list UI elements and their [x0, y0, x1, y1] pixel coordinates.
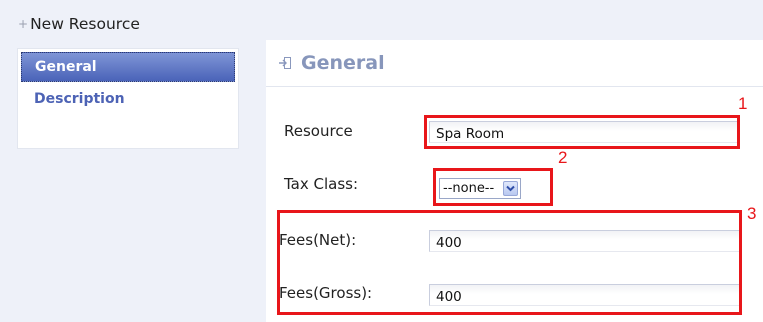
callout-number-2: 2 [558, 148, 568, 167]
section-arrow-icon [279, 57, 291, 69]
resource-label: Resource [284, 122, 353, 140]
sidebar-item-label: General [35, 59, 97, 75]
sidebar: General Description [17, 48, 239, 149]
callout-number-3: 3 [747, 204, 757, 223]
section-title: General [301, 52, 385, 74]
callout-box-1 [424, 115, 740, 149]
page-title-text: New Resource [30, 15, 140, 33]
callout-box-3 [277, 210, 742, 315]
sidebar-item-label: Description [34, 91, 125, 107]
callout-box-2 [433, 168, 553, 206]
callout-number-1: 1 [738, 94, 748, 113]
section-header: General [266, 40, 763, 87]
tax-class-label: Tax Class: [284, 175, 359, 193]
sidebar-item-general[interactable]: General [21, 52, 235, 82]
plus-icon: + [18, 17, 29, 31]
page-title: + New Resource [18, 15, 140, 33]
sidebar-item-description[interactable]: Description [18, 82, 238, 116]
